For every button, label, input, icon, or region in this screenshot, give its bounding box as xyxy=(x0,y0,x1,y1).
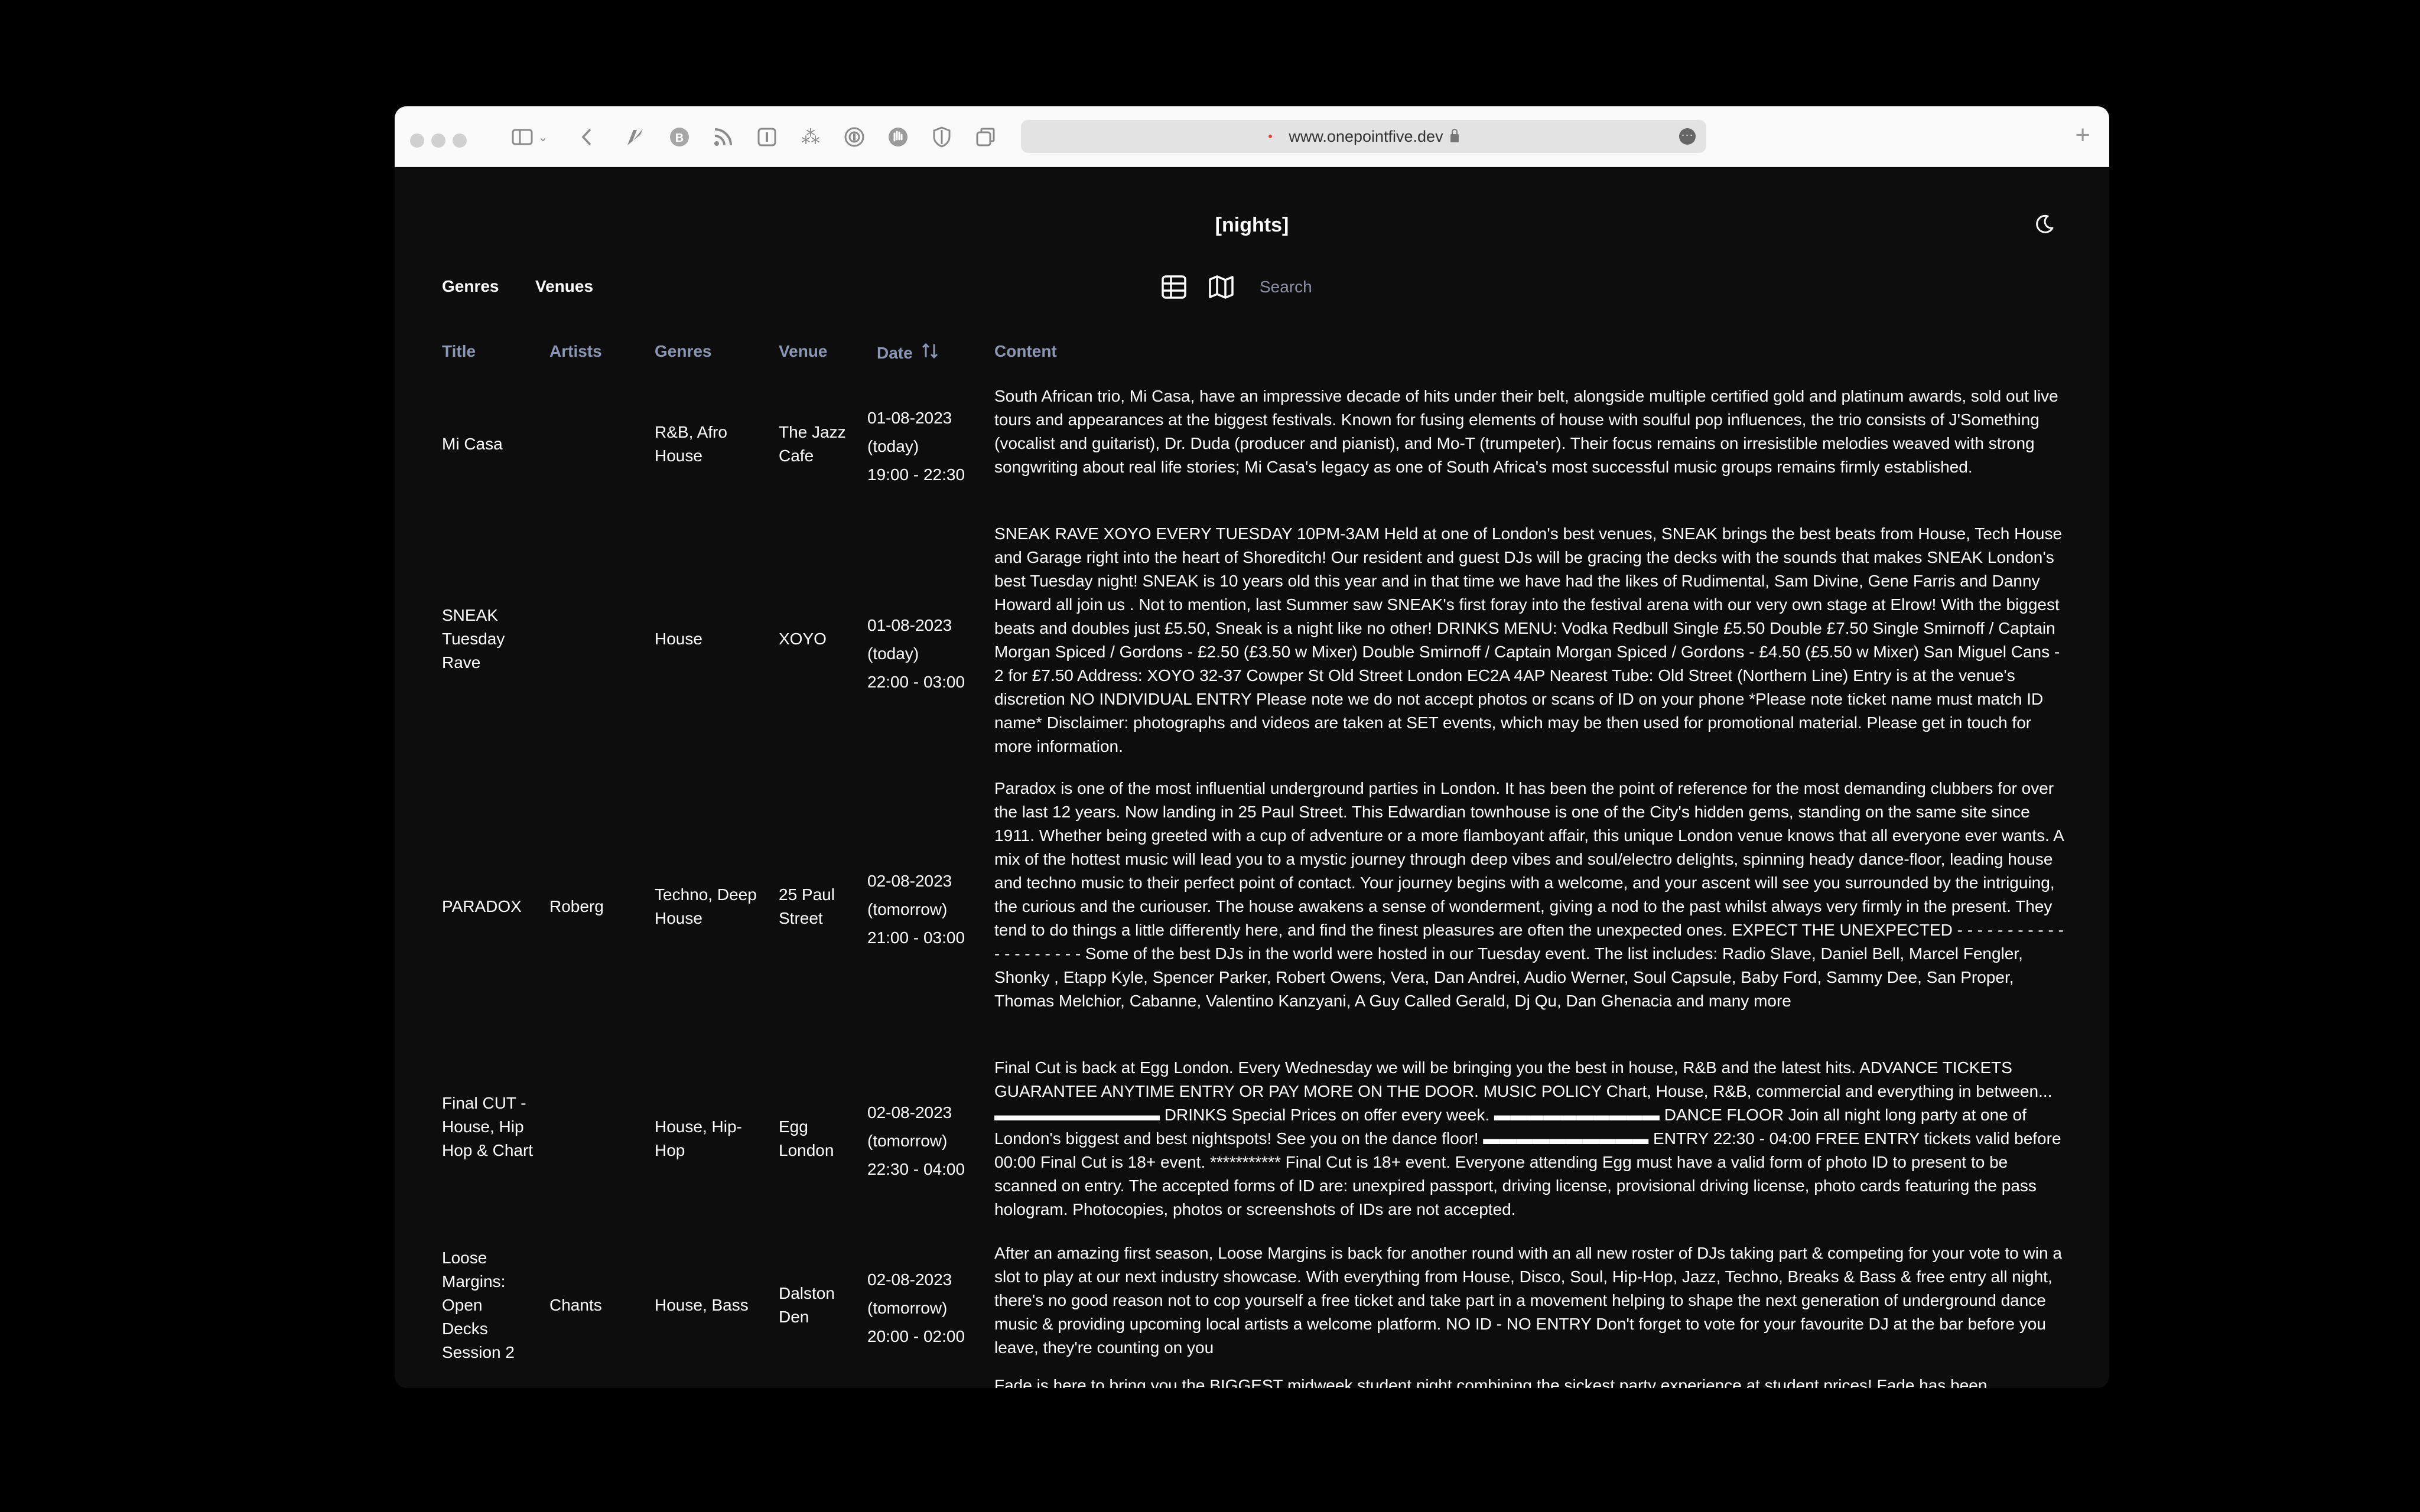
row-4-venue[interactable]: Egg London xyxy=(779,1115,867,1162)
row-4-date: 02-08-2023 (tomorrow) 22:30 - 04:00 xyxy=(867,1099,997,1184)
row-6-content: Fade is here to bring you the BIGGEST mi… xyxy=(994,1376,1988,1388)
row-3-time: 21:00 - 03:00 xyxy=(867,928,965,947)
column-header-title[interactable]: Title xyxy=(442,342,476,361)
row-1-date-value: 01-08-2023 xyxy=(867,409,952,427)
tabs-overview-icon[interactable] xyxy=(974,124,997,150)
row-3-content: Paradox is one of the most influential u… xyxy=(994,779,2064,1010)
nav-venues-link[interactable]: Venues xyxy=(535,277,593,296)
row-1-date-relative: (today) xyxy=(867,437,919,455)
extension-b-icon[interactable]: B xyxy=(668,124,691,150)
row-2-title[interactable]: SNEAK Tuesday Rave xyxy=(442,604,525,674)
row-3-date: 02-08-2023 (tomorrow) 21:00 - 03:00 xyxy=(867,867,997,952)
row-1-time: 19:00 - 22:30 xyxy=(867,465,965,484)
row-1-date: 01-08-2023 (today) 19:00 - 22:30 xyxy=(867,404,997,489)
row-2-venue[interactable]: XOYO xyxy=(779,627,867,651)
recording-dot-icon xyxy=(1268,135,1273,138)
reader-icon[interactable] xyxy=(755,124,779,150)
close-window-button[interactable] xyxy=(410,133,424,148)
column-header-genres[interactable]: Genres xyxy=(655,342,712,361)
row-4-content: Final Cut is back at Egg London. Every W… xyxy=(994,1058,2061,1218)
row-5-genres: House, Bass xyxy=(655,1296,749,1314)
extension-feather-icon[interactable] xyxy=(624,124,648,150)
address-bar[interactable]: www.onepointfive.dev ··· xyxy=(1021,120,1706,153)
column-header-date[interactable]: Date xyxy=(877,342,940,364)
row-1-genres: R&B, Afro House xyxy=(655,423,727,465)
search-input[interactable] xyxy=(1258,271,1450,303)
row-3-date-relative: (tomorrow) xyxy=(867,900,948,918)
row-1-title[interactable]: Mi Casa xyxy=(442,432,536,456)
row-3-date-value: 02-08-2023 xyxy=(867,872,952,890)
row-4-genres: House, Hip-Hop xyxy=(655,1117,742,1159)
shield-icon[interactable] xyxy=(930,124,954,150)
column-header-venue[interactable]: Venue xyxy=(779,342,827,361)
row-4-time: 22:30 - 04:00 xyxy=(867,1160,965,1178)
row-4-date-relative: (tomorrow) xyxy=(867,1132,948,1150)
row-3-venue[interactable]: 25 Paul Street xyxy=(779,883,867,930)
row-2-date-value: 01-08-2023 xyxy=(867,616,952,634)
row-5-venue[interactable]: Dalston Den xyxy=(779,1282,867,1329)
map-view-icon[interactable] xyxy=(1208,273,1235,301)
row-2-time: 22:00 - 03:00 xyxy=(867,673,965,691)
hand-icon[interactable] xyxy=(886,124,910,150)
more-options-icon[interactable]: ··· xyxy=(1679,128,1696,145)
password-manager-icon[interactable] xyxy=(843,124,866,150)
row-4-date-value: 02-08-2023 xyxy=(867,1103,952,1122)
row-3-genres: Techno, Deep House xyxy=(655,885,757,927)
row-3-title[interactable]: PARADOX xyxy=(442,895,536,918)
row-2-content: SNEAK RAVE XOYO EVERY TUESDAY 10PM-3AM H… xyxy=(994,524,2063,755)
url-text: www.onepointfive.dev xyxy=(1289,127,1443,145)
row-4-title[interactable]: Final CUT - House, Hip Hop & Chart xyxy=(442,1091,536,1162)
nav-genres-link[interactable]: Genres xyxy=(442,277,499,296)
back-icon[interactable] xyxy=(578,124,596,150)
asterisk-extension-icon[interactable]: ⁂ xyxy=(799,124,822,150)
rss-icon[interactable] xyxy=(711,124,735,150)
new-tab-icon[interactable]: + xyxy=(2075,120,2090,150)
row-5-date: 02-08-2023 (tomorrow) 20:00 - 02:00 xyxy=(867,1266,997,1351)
row-2-genres: House xyxy=(655,630,702,648)
zoom-window-button[interactable] xyxy=(453,133,467,148)
browser-window: ⌄ B ⁂ www.onepointfive.dev ··· + [nights… xyxy=(395,106,2109,1388)
row-3-artists[interactable]: Roberg xyxy=(549,895,644,918)
row-1-venue[interactable]: The Jazz Cafe xyxy=(779,421,867,468)
row-5-artists[interactable]: Chants xyxy=(549,1293,644,1317)
column-header-content[interactable]: Content xyxy=(994,342,1057,361)
dark-mode-toggle-icon[interactable] xyxy=(2032,213,2056,236)
chevron-down-icon[interactable]: ⌄ xyxy=(536,124,549,150)
sort-icon[interactable] xyxy=(921,342,940,364)
minimize-window-button[interactable] xyxy=(431,133,445,148)
svg-text:B: B xyxy=(675,132,684,145)
browser-toolbar: ⌄ B ⁂ www.onepointfive.dev ··· + xyxy=(395,106,2109,167)
row-5-date-value: 02-08-2023 xyxy=(867,1270,952,1289)
lock-icon xyxy=(1450,129,1459,142)
sidebar-icon[interactable] xyxy=(510,124,534,150)
row-5-title[interactable]: Loose Margins: Open Decks Session 2 xyxy=(442,1246,531,1364)
row-5-content: After an amazing first season, Loose Mar… xyxy=(994,1244,2062,1357)
column-header-date-label: Date xyxy=(877,343,913,362)
table-view-icon[interactable] xyxy=(1160,273,1188,301)
row-5-date-relative: (tomorrow) xyxy=(867,1299,948,1317)
row-5-time: 20:00 - 02:00 xyxy=(867,1327,965,1345)
page-title: [nights] xyxy=(1215,214,1289,236)
column-header-artists[interactable]: Artists xyxy=(549,342,602,361)
row-1-content: South African trio, Mi Casa, have an imp… xyxy=(994,387,2058,476)
row-2-date-relative: (today) xyxy=(867,644,919,663)
row-2-date: 01-08-2023 (today) 22:00 - 03:00 xyxy=(867,611,997,696)
